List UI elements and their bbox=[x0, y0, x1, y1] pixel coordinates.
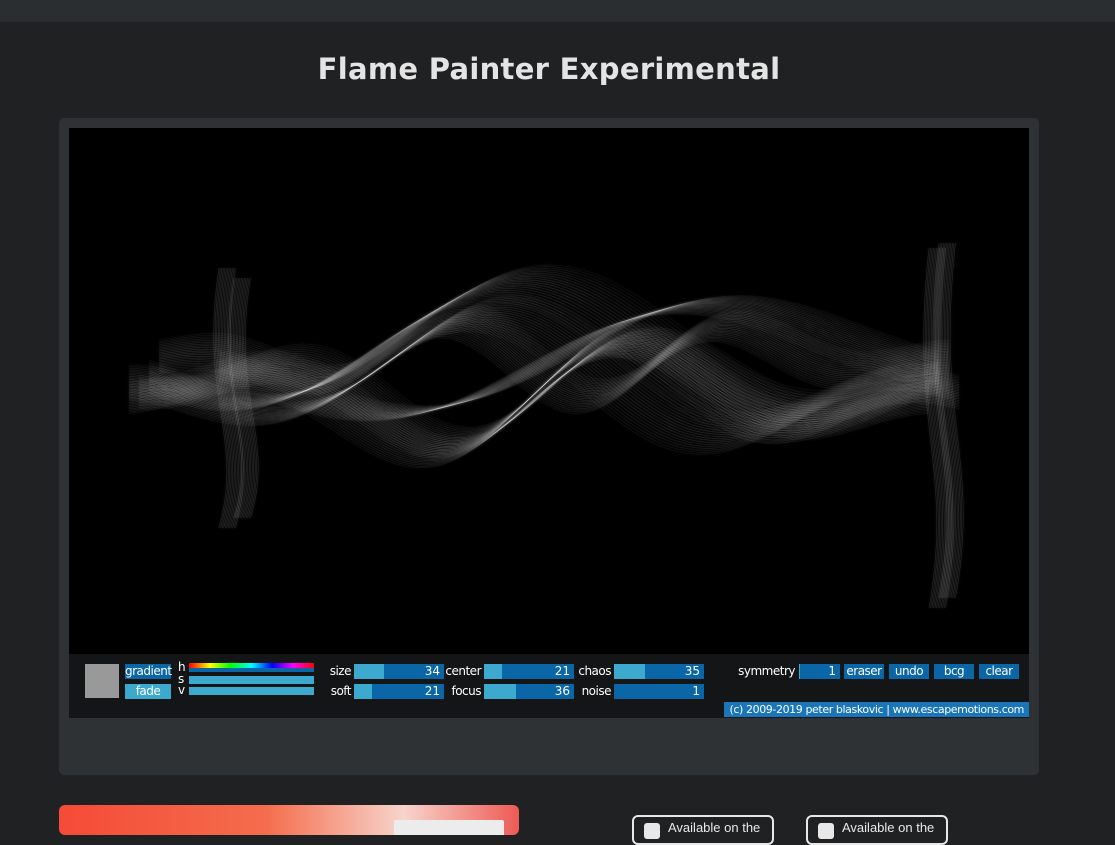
gradient-button[interactable]: gradient bbox=[125, 664, 172, 679]
chaos-label: chaos bbox=[578, 664, 611, 678]
copyright-link[interactable]: (c) 2009-2019 peter blaskovic | www.esca… bbox=[724, 702, 1029, 717]
center-value: 21 bbox=[554, 664, 570, 678]
noise-slider[interactable]: 1 bbox=[614, 684, 704, 699]
eraser-button[interactable]: eraser bbox=[844, 664, 884, 679]
focus-value: 36 bbox=[554, 684, 570, 698]
app-store-badge-text: Available on the bbox=[668, 820, 761, 835]
value-label: v bbox=[178, 683, 186, 697]
app-store-badge[interactable]: Available on the bbox=[632, 815, 775, 845]
noise-label: noise bbox=[581, 684, 612, 698]
clear-button[interactable]: clear bbox=[979, 664, 1019, 679]
chaos-slider[interactable]: 35 bbox=[614, 664, 704, 679]
size-slider[interactable]: 34 bbox=[354, 664, 444, 679]
banner-button[interactable] bbox=[394, 820, 504, 835]
windows-icon bbox=[818, 823, 834, 839]
soft-value: 21 bbox=[424, 684, 440, 698]
value-slider[interactable] bbox=[189, 687, 314, 695]
color-swatch[interactable] bbox=[85, 664, 119, 698]
flame-artwork bbox=[128, 242, 964, 609]
symmetry-label: symmetry bbox=[738, 664, 795, 678]
apple-icon bbox=[644, 823, 660, 839]
hue-slider-track bbox=[189, 668, 314, 672]
noise-value: 1 bbox=[692, 684, 700, 698]
play-store-badge-text: Available on the bbox=[842, 820, 935, 835]
symmetry-stepper[interactable]: 1 bbox=[799, 664, 840, 679]
focus-slider-fill bbox=[484, 684, 516, 699]
size-label: size bbox=[329, 664, 352, 678]
brush-toolbar: gradient fade h s v size 34 soft 21 cent… bbox=[69, 654, 1029, 718]
play-store-badge[interactable]: Available on the bbox=[806, 815, 949, 845]
fade-button[interactable]: fade bbox=[125, 684, 171, 699]
focus-label: focus bbox=[451, 684, 481, 698]
symmetry-value: 1 bbox=[828, 664, 836, 678]
hue-label: h bbox=[178, 660, 186, 674]
soft-slider-fill bbox=[354, 684, 372, 699]
chaos-value: 35 bbox=[684, 664, 700, 678]
drawing-canvas[interactable] bbox=[69, 128, 1029, 654]
promo-banner[interactable] bbox=[59, 805, 519, 835]
size-slider-fill bbox=[354, 664, 384, 679]
top-nav-bar bbox=[0, 0, 1115, 22]
app-panel: gradient fade h s v size 34 soft 21 cent… bbox=[59, 118, 1039, 775]
soft-label: soft bbox=[330, 684, 352, 698]
center-label: center bbox=[445, 664, 481, 678]
background-button[interactable]: bcg bbox=[934, 664, 974, 679]
center-slider-fill bbox=[484, 664, 502, 679]
saturation-slider[interactable] bbox=[189, 676, 314, 684]
chaos-slider-fill bbox=[614, 664, 645, 679]
focus-slider[interactable]: 36 bbox=[484, 684, 574, 699]
page-title: Flame Painter Experimental bbox=[317, 52, 781, 86]
soft-slider[interactable]: 21 bbox=[354, 684, 444, 699]
size-value: 34 bbox=[424, 664, 440, 678]
center-slider[interactable]: 21 bbox=[484, 664, 574, 679]
undo-button[interactable]: undo bbox=[889, 664, 929, 679]
